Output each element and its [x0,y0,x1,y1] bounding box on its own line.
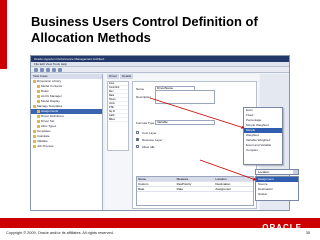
tab-driver[interactable]: Driver [107,74,119,79]
nav-list: Dimension Library Model Contents Rules ALOC… [31,79,102,149]
grid-cell: Custom [138,182,149,186]
folder-icon [37,125,40,128]
allow-idle-label: Allow Idle [142,144,155,149]
folder-icon [37,115,40,118]
description-field[interactable] [155,89,215,104]
nav-item[interactable]: Job Process [31,144,102,149]
help-icon[interactable] [58,68,62,72]
type-row: Formula Type Variable [136,120,215,125]
allow-idle-checkbox[interactable] [136,145,139,148]
check-row-2: Revenue Layer [136,137,163,142]
cost-layer-checkbox[interactable] [136,131,139,134]
folder-icon [33,145,36,148]
location-dropdown: Assignment Source Destination Global [255,176,299,201]
folder-icon [33,80,36,83]
driver-type-dropdown: Even Fixed Percentage Simple Weighted Simple… [243,107,283,165]
main-content: Driver Details Cost Cost/Unit Rev Rate Hours… [105,74,259,210]
grid-cell: Destination [215,182,231,186]
dropdown-option[interactable]: Global [256,192,298,197]
driver-form: Name DriverName Description Formula Type… [132,81,257,209]
dropdown-option[interactable]: Complex [244,148,282,153]
list-item[interactable]: Miles [108,118,128,122]
folder-icon [33,135,36,138]
folder-icon [37,95,40,98]
copyright-text: Copyright © 2009, Oracle and/or its affi… [6,231,114,235]
grid-cell: ResPriority [176,182,192,186]
new-icon[interactable] [34,68,38,72]
nav-item-label: Job Process [37,144,54,148]
cost-layer-label: Cost Layer [142,130,157,135]
name-label: Name [136,86,145,91]
location-select[interactable]: Location [255,169,299,175]
grid-cell: Rate [138,187,145,191]
measure-grid: Name Measure Location Custom ResPriority… [136,176,254,206]
chevron-down-icon[interactable] [293,170,298,174]
description-label: Description [136,94,152,99]
location-select-value: Location [258,170,270,174]
table-row[interactable]: Rate Rate Assignment [137,187,253,192]
app-toolbar [31,67,289,73]
folder-icon [37,100,40,103]
formula-type-label: Formula Type [136,120,155,125]
check-row-1: Cost Layer [136,130,158,135]
oracle-logo: ORACLE [262,223,302,232]
grid-cell: Assignment [215,187,232,191]
folder-icon [37,110,40,113]
page-number: 35 [305,231,310,235]
revenue-layer-checkbox[interactable] [136,138,139,141]
tab-details[interactable]: Details [120,74,134,79]
folder-icon [33,140,36,143]
navigation-tree: Task Areas Dimension Library Model Conten… [31,74,103,210]
revenue-layer-label: Revenue Layer [142,137,163,142]
grid-cell: Rate [176,187,184,191]
open-icon[interactable] [40,68,44,72]
folder-icon [33,130,36,133]
folder-icon [37,120,40,123]
slide-title: Business Users Control Definition of All… [31,14,258,45]
grid-header-measure: Measure [176,177,189,181]
title-accent-bar [0,0,7,69]
tab-strip: Driver Details [105,74,259,79]
refresh-icon[interactable] [52,68,56,72]
save-icon[interactable] [46,68,50,72]
formula-type-select[interactable]: Variable [155,120,215,125]
description-row: Description [136,89,215,104]
folder-icon [33,105,36,108]
driver-list: Cost Cost/Unit Rev Rate Hours Units FTE Sq Ft Ca… [107,81,129,151]
folder-icon [37,90,40,93]
check-row-3: Allow Idle [136,144,158,149]
folder-icon [37,85,40,88]
grid-header-name: Name [138,177,147,181]
grid-header-location: Location [215,177,227,181]
